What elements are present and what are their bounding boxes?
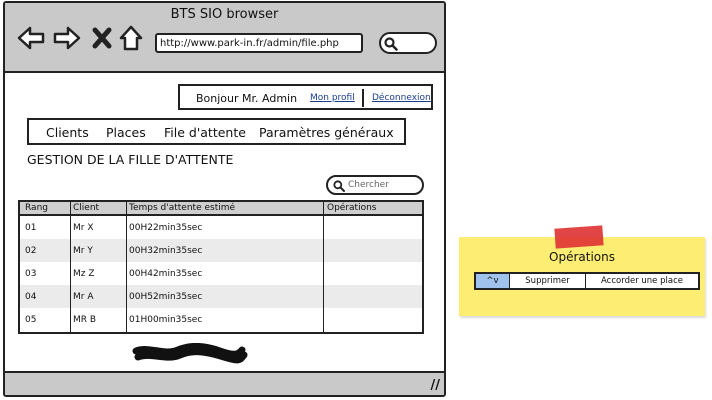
status-bar: // (5, 371, 444, 395)
cell-client: MR B (73, 315, 97, 325)
browser-toolbar: BTS SIO browser http://www.park-in.fr/ad… (5, 3, 444, 73)
queue-table: Rang Client Temps d'attente estimé Opéra… (18, 200, 424, 334)
header-operations: Opérations (327, 203, 377, 213)
header-temps: Temps d'attente estimé (129, 203, 236, 213)
cell-client: Mz Z (73, 269, 95, 279)
table-row[interactable]: 01 Mr X 00H22min35sec (20, 216, 422, 239)
reorder-button[interactable]: ^v (476, 274, 510, 288)
cell-temps: 00H22min35sec (129, 223, 203, 233)
table-row[interactable]: 04 Mr A 00H52min35sec (20, 285, 422, 308)
resize-grip-icon[interactable]: // (431, 378, 441, 393)
cell-temps: 01H00min35sec (129, 315, 203, 325)
cell-rang: 03 (25, 269, 37, 279)
window-title: BTS SIO browser (170, 7, 279, 22)
header-client: Client (73, 203, 100, 213)
address-bar[interactable]: http://www.park-in.fr/admin/file.php (155, 33, 363, 53)
pagination-scribble (132, 343, 248, 364)
grant-place-button[interactable]: Accorder une place (586, 274, 698, 288)
delete-button[interactable]: Supprimer (510, 274, 586, 288)
logout-link[interactable]: Déconnexion (372, 93, 431, 103)
table-row[interactable]: 02 Mr Y 00H32min35sec (20, 239, 422, 262)
main-menu: Clients Places File d'attente Paramètres… (27, 118, 406, 145)
search-placeholder: Chercher (348, 180, 389, 190)
cell-temps: 00H42min35sec (129, 269, 203, 279)
search-icon (333, 180, 345, 192)
table-row[interactable]: 03 Mz Z 00H42min35sec (20, 262, 422, 285)
user-bar: Bonjour Mr. Admin Mon profil Déconnexion (178, 84, 433, 110)
column-divider (126, 202, 127, 332)
forward-arrow-icon[interactable] (53, 25, 81, 51)
stop-x-icon[interactable] (91, 25, 113, 51)
table-header: Rang Client Temps d'attente estimé Opéra… (20, 202, 422, 216)
back-arrow-icon[interactable] (17, 25, 45, 51)
column-divider (70, 202, 71, 332)
profile-link[interactable]: Mon profil (310, 93, 355, 103)
cell-temps: 00H32min35sec (129, 246, 203, 256)
column-divider (323, 202, 324, 332)
note-title: Opérations (549, 250, 615, 264)
operations-button-bar: ^v Supprimer Accorder une place (474, 272, 700, 290)
page-title: GESTION DE LA FILLE D'ATTENTE (27, 152, 234, 167)
browser-search-field[interactable] (379, 32, 437, 54)
menu-item-parametres[interactable]: Paramètres généraux (259, 125, 394, 140)
cell-rang: 02 (25, 246, 37, 256)
user-bar-divider (362, 89, 364, 107)
tape-strip (554, 225, 604, 249)
cell-client: Mr X (73, 223, 94, 233)
cell-rang: 04 (25, 292, 37, 302)
header-rang: Rang (25, 203, 48, 213)
search-icon (384, 37, 398, 51)
menu-item-file-attente[interactable]: File d'attente (164, 125, 246, 140)
greeting-text: Bonjour Mr. Admin (196, 92, 298, 105)
menu-item-places[interactable]: Places (106, 125, 146, 140)
browser-window: BTS SIO browser http://www.park-in.fr/ad… (3, 1, 446, 397)
cell-rang: 05 (25, 315, 37, 325)
cell-rang: 01 (25, 223, 37, 233)
cell-client: Mr A (73, 292, 94, 302)
cell-client: Mr Y (73, 246, 93, 256)
search-input[interactable]: Chercher (326, 175, 424, 195)
home-icon[interactable] (118, 25, 144, 51)
cell-temps: 00H52min35sec (129, 292, 203, 302)
menu-item-clients[interactable]: Clients (46, 125, 89, 140)
table-row[interactable]: 05 MR B 01H00min35sec (20, 308, 422, 331)
